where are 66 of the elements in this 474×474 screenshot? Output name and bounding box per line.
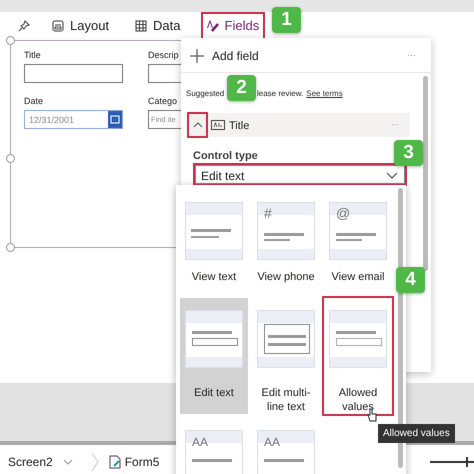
zoom-slider[interactable] (430, 457, 474, 467)
option-label: View email (330, 270, 386, 284)
step-callout: 4 (396, 267, 425, 293)
font-size-glyph: AA (192, 434, 208, 451)
breadcrumb-separator-icon (90, 452, 99, 472)
dropdown-drawing (336, 338, 382, 346)
option-label: View phone (256, 270, 316, 284)
control-option[interactable]: AA (180, 418, 248, 474)
symbol-glyph: @ (336, 204, 350, 223)
chevron-up-icon (192, 122, 202, 128)
chevron-down-icon (62, 459, 73, 465)
step-callout: 1 (272, 7, 301, 33)
field-label: Catego (148, 95, 178, 108)
toolbar-tab[interactable]: Layout (48, 14, 114, 38)
control-option[interactable]: Edit multi-line text (252, 298, 320, 414)
control-option[interactable]: # View phone (252, 190, 320, 290)
scrollbar-thumb[interactable] (423, 76, 428, 271)
symbol-glyph: # (264, 204, 272, 223)
field-label: Descrip (148, 49, 179, 62)
expand-button[interactable] (189, 114, 206, 136)
field-name: Title (229, 119, 250, 134)
screen-selector[interactable]: Screen2 (8, 453, 53, 471)
control-type-label: Control type (193, 149, 258, 164)
step-callout: 2 (227, 75, 256, 101)
notice-text: lease review. (257, 88, 304, 100)
field-label: Title (24, 49, 41, 62)
text-area-drawing (264, 324, 310, 354)
tooltip: Allowed values (378, 424, 455, 443)
pin-icon (18, 20, 30, 32)
calendar-icon (108, 111, 122, 128)
input-field[interactable] (24, 64, 123, 83)
layout-icon (52, 20, 64, 32)
control-option[interactable]: AA (252, 418, 320, 474)
input-field[interactable]: 12/31/2001 (24, 110, 123, 129)
more-button[interactable]: ··· (407, 49, 416, 62)
step-callout: 3 (394, 140, 423, 166)
text-field-icon (211, 120, 225, 130)
see-terms-link[interactable]: See terms (306, 88, 343, 100)
plus-icon (190, 49, 204, 63)
toolbar-tab[interactable]: Fields (202, 14, 264, 38)
preview-thumbnail (185, 202, 243, 260)
option-label: Edit text (193, 386, 235, 400)
option-label: View text (190, 270, 238, 284)
chevron-down-icon (386, 172, 398, 179)
pen-icon (206, 20, 219, 32)
input-field[interactable] (148, 64, 181, 83)
control-option[interactable]: Edit text (180, 298, 248, 414)
text-box-drawing (192, 338, 238, 346)
control-option[interactable]: @ View email (324, 190, 392, 290)
field-label: Date (24, 95, 44, 108)
add-field-button[interactable]: Add field (212, 47, 259, 65)
resize-handle[interactable] (6, 243, 15, 252)
resize-handle[interactable] (6, 36, 15, 45)
field-row[interactable]: Title ··· (188, 113, 410, 137)
table-icon (135, 20, 148, 32)
option-label: Allowed values (338, 386, 378, 414)
font-size-glyph: AA (264, 434, 280, 451)
more-button[interactable]: ··· (391, 119, 399, 131)
form-icon (108, 455, 121, 469)
form-name: Form5 (124, 454, 160, 471)
toolbar-tab[interactable]: Data (131, 14, 185, 38)
option-label: Edit multi-line text (260, 386, 312, 414)
control-type-dropdown[interactable]: Edit text (195, 165, 405, 184)
control-option[interactable]: View text (180, 190, 248, 290)
resize-handle[interactable] (6, 154, 15, 163)
notice-text: Suggested (186, 88, 224, 100)
